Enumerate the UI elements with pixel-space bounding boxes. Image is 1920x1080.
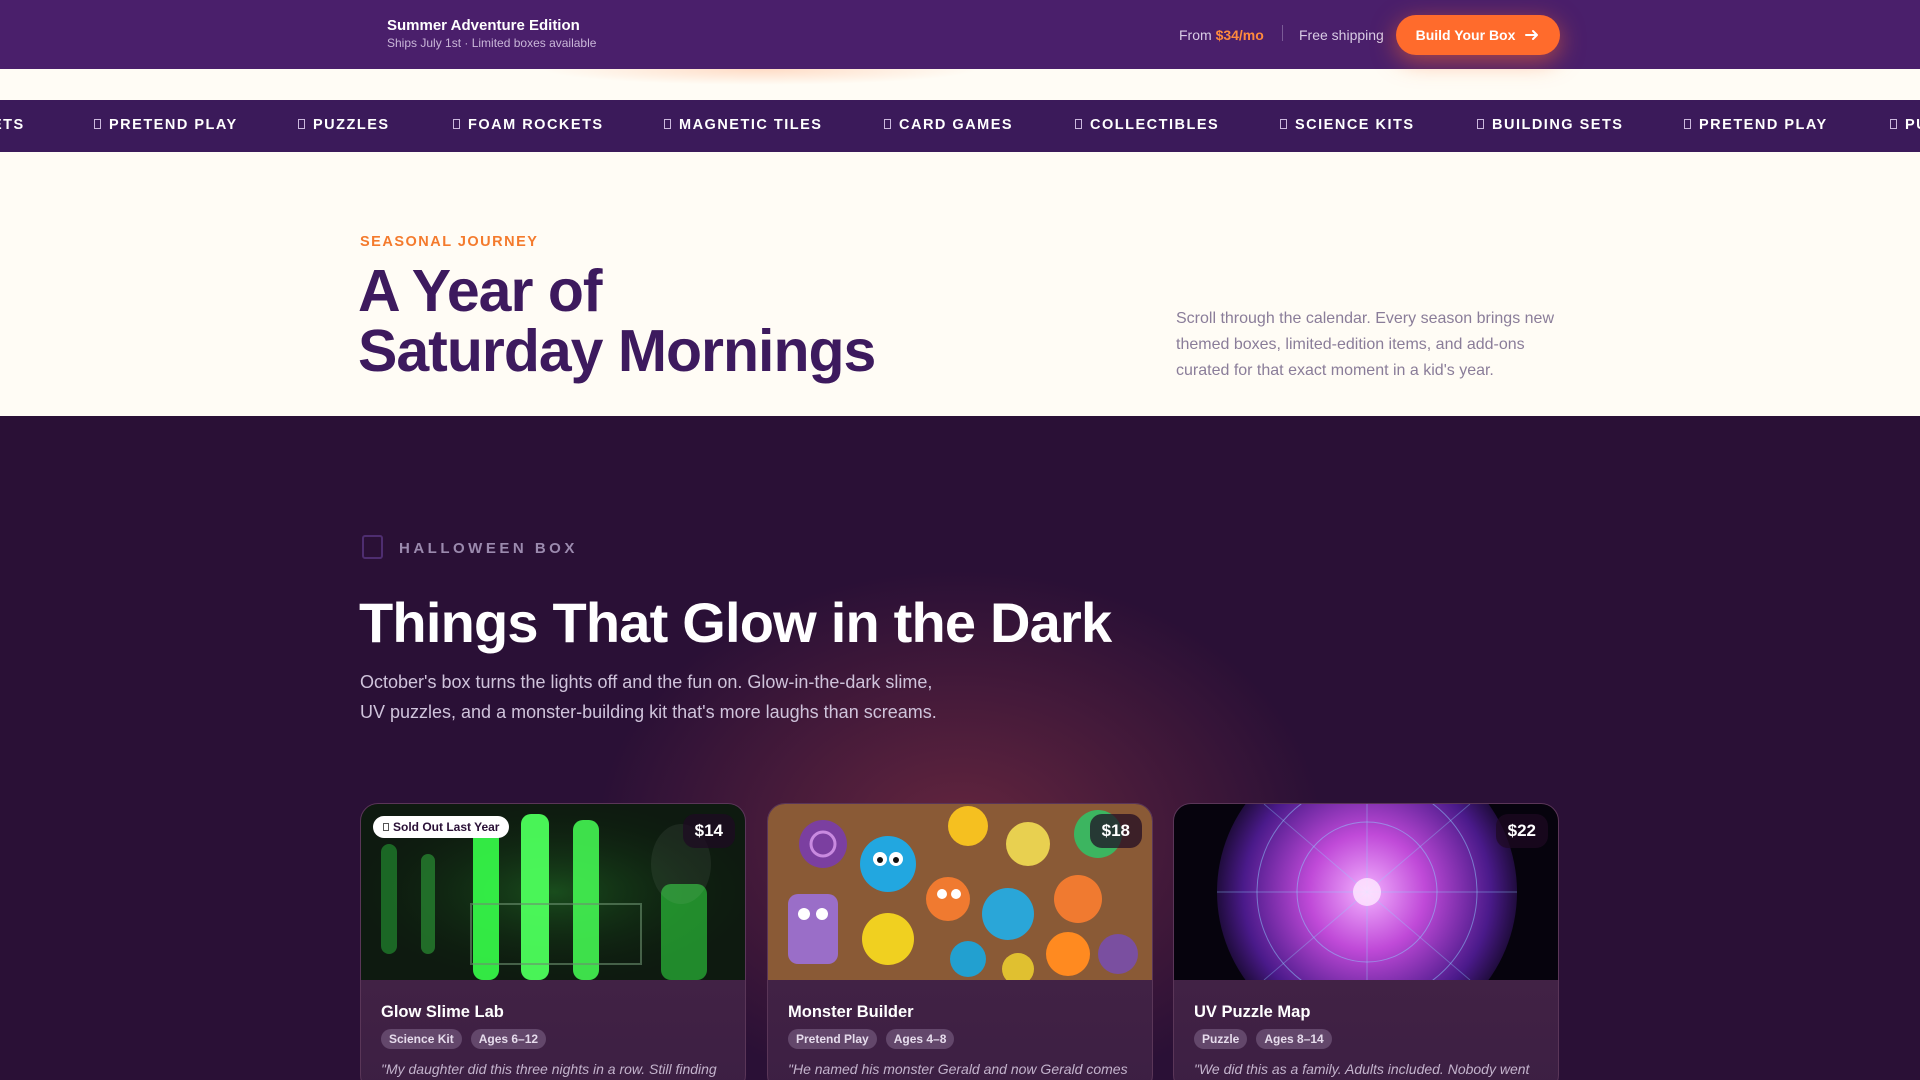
category-tag: Science Kit bbox=[381, 1029, 462, 1049]
marquee-item: PU bbox=[1890, 117, 1920, 133]
category-tag: Puzzle bbox=[1194, 1029, 1248, 1049]
category-icon bbox=[1684, 119, 1691, 129]
marquee-label: PU bbox=[1905, 117, 1920, 133]
product-card-uv-puzzle-map[interactable]: $22 UV Puzzle Map Puzzle Ages 8–14 "We d… bbox=[1173, 803, 1559, 1080]
category-icon bbox=[1477, 119, 1484, 129]
journey-title-line-1: A Year of bbox=[358, 258, 603, 324]
marquee-label: PRETEND PLAY bbox=[1699, 117, 1828, 133]
marquee-label: CARD GAMES bbox=[899, 117, 1014, 133]
category-icon bbox=[884, 119, 891, 129]
promo-bar: Summer Adventure Edition Ships July 1st … bbox=[0, 0, 1920, 69]
product-review: "He named his monster Gerald and now Ger… bbox=[788, 1061, 1128, 1077]
promo-subtitle: Ships July 1st · Limited boxes available bbox=[387, 36, 597, 50]
marquee-label: SCIENCE KITS bbox=[1295, 117, 1415, 133]
category-tag: Pretend Play bbox=[788, 1029, 877, 1049]
price-tag: $14 bbox=[682, 814, 735, 848]
product-name: Monster Builder bbox=[788, 1003, 914, 1021]
price-prefix: From bbox=[1179, 27, 1216, 43]
category-icon bbox=[94, 119, 101, 129]
badge-icon bbox=[383, 823, 389, 831]
category-icon bbox=[453, 119, 460, 129]
category-icon bbox=[1890, 119, 1897, 129]
category-icon bbox=[664, 119, 671, 129]
build-your-box-label: Build Your Box bbox=[1415, 27, 1516, 43]
product-tags: Science Kit Ages 6–12 bbox=[381, 1029, 547, 1049]
journey-title: A Year of Saturday Mornings bbox=[358, 258, 876, 384]
product-tags: Puzzle Ages 8–14 bbox=[1194, 1029, 1332, 1049]
product-name: UV Puzzle Map bbox=[1194, 1003, 1311, 1021]
marquee-item: MAGNETIC TILES bbox=[664, 117, 822, 133]
product-tags: Pretend Play Ages 4–8 bbox=[788, 1029, 955, 1049]
marquee-label: PRETEND PLAY bbox=[109, 117, 238, 133]
section-eyebrow: SEASONAL JOURNEY bbox=[360, 234, 539, 250]
marquee-item: COLLECTIBLES bbox=[1075, 117, 1219, 133]
price-value: $34/mo bbox=[1215, 27, 1264, 43]
marquee-item: PRETEND PLAY bbox=[1684, 117, 1828, 133]
marquee-label: FOAM ROCKETS bbox=[468, 117, 604, 133]
age-tag: Ages 6–12 bbox=[470, 1029, 547, 1049]
price-tag: $18 bbox=[1089, 814, 1142, 848]
journey-title-line-2: Saturday Mornings bbox=[358, 318, 876, 384]
product-review: "We did this as a family. Adults include… bbox=[1194, 1061, 1530, 1077]
decorative-glow bbox=[540, 69, 980, 85]
product-card-glow-slime-lab[interactable]: Sold Out Last Year $14 Glow Slime Lab Sc… bbox=[360, 803, 746, 1080]
marquee-item: PRETEND PLAY bbox=[94, 117, 238, 133]
product-name: Glow Slime Lab bbox=[381, 1003, 504, 1021]
price-from: From $34/mo bbox=[1179, 27, 1264, 43]
arrow-right-icon bbox=[1525, 30, 1539, 40]
marquee-item: CARD GAMES bbox=[884, 117, 1013, 133]
product-card-monster-builder[interactable]: $18 Monster Builder Pretend Play Ages 4–… bbox=[767, 803, 1153, 1080]
marquee-label: ETS bbox=[0, 117, 25, 133]
category-icon bbox=[298, 119, 305, 129]
shipping-note: Free shipping bbox=[1299, 27, 1384, 43]
journey-description: Scroll through the calendar. Every seaso… bbox=[1176, 310, 1554, 379]
category-marquee: ETS PRETEND PLAY PUZZLES FOAM ROCKETS MAGNET… bbox=[0, 100, 1920, 152]
marquee-label: BUILDING SETS bbox=[1492, 117, 1624, 133]
sold-out-label: Sold Out Last Year bbox=[393, 820, 500, 834]
age-tag: Ages 8–14 bbox=[1256, 1029, 1332, 1049]
season-label: HALLOWEEN BOX bbox=[399, 540, 578, 557]
season-description: October's box turns the lights off and t… bbox=[360, 672, 937, 722]
marquee-item: PUZZLES bbox=[298, 117, 390, 133]
marquee-item: FOAM ROCKETS bbox=[453, 117, 604, 133]
age-tag: Ages 4–8 bbox=[885, 1029, 955, 1049]
marquee-label: PUZZLES bbox=[313, 117, 390, 133]
marquee-item: SCIENCE KITS bbox=[1280, 117, 1415, 133]
promo-title: Summer Adventure Edition bbox=[387, 17, 580, 34]
price-tag: $22 bbox=[1495, 814, 1548, 848]
marquee-label: COLLECTIBLES bbox=[1090, 117, 1220, 133]
category-icon bbox=[1075, 119, 1082, 129]
build-your-box-button[interactable]: Build Your Box bbox=[1396, 15, 1560, 55]
category-icon bbox=[1280, 119, 1287, 129]
season-icon bbox=[362, 535, 383, 559]
marquee-label: MAGNETIC TILES bbox=[679, 117, 823, 133]
marquee-item: BUILDING SETS bbox=[1477, 117, 1623, 133]
product-review: "My daughter did this three nights in a … bbox=[381, 1061, 717, 1077]
marquee-track: ETS PRETEND PLAY PUZZLES FOAM ROCKETS MAGNET… bbox=[0, 100, 1920, 152]
marquee-item: ETS bbox=[0, 117, 25, 133]
season-title: Things That Glow in the Dark bbox=[359, 591, 1112, 654]
divider bbox=[1282, 25, 1283, 41]
sold-out-badge: Sold Out Last Year bbox=[373, 816, 510, 838]
